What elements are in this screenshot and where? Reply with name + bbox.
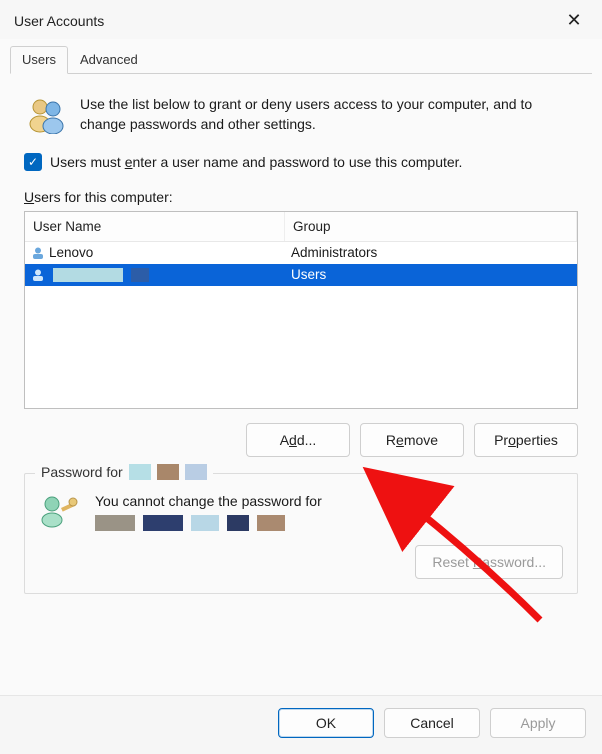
must-enter-checkbox[interactable]: ✓ [24, 153, 42, 171]
listview-header: User Name Group [25, 212, 577, 242]
redacted-username [131, 268, 149, 282]
must-enter-label: Users must enter a user name and passwor… [50, 154, 462, 170]
tab-strip: Users Advanced [10, 45, 592, 74]
ok-button[interactable]: OK [278, 708, 374, 738]
table-row[interactable]: Lenovo Administrators [25, 242, 577, 264]
apply-button: Apply [490, 708, 586, 738]
redacted-line [95, 515, 322, 531]
password-legend: Password for [35, 464, 213, 480]
properties-button[interactable]: Properties [474, 423, 578, 457]
column-group[interactable]: Group [285, 212, 577, 241]
column-user-name[interactable]: User Name [25, 212, 285, 241]
table-row[interactable]: Users [25, 264, 577, 286]
users-listview[interactable]: User Name Group Lenovo Administrators [24, 211, 578, 409]
users-icon [26, 94, 66, 134]
add-button[interactable]: Add... [246, 423, 350, 457]
redacted-swatch [129, 464, 151, 480]
users-list-label: Users for this computer: [24, 189, 578, 205]
user-icon [31, 246, 45, 260]
remove-button[interactable]: Remove [360, 423, 464, 457]
intro-text: Use the list below to grant or deny user… [80, 94, 576, 135]
group-cell: Users [285, 265, 577, 284]
group-cell: Administrators [285, 243, 577, 262]
close-icon[interactable]: ✕ [560, 10, 588, 31]
reset-password-button: Reset Password... [415, 545, 563, 579]
cancel-button[interactable]: Cancel [384, 708, 480, 738]
cannot-change-text: You cannot change the password for [95, 492, 322, 512]
user-name-cell: Lenovo [49, 245, 93, 260]
redacted-swatch [157, 464, 179, 480]
redacted-username [53, 268, 123, 282]
user-icon [31, 268, 45, 282]
window-title: User Accounts [14, 13, 104, 29]
tab-advanced[interactable]: Advanced [68, 46, 150, 74]
key-icon [39, 492, 79, 528]
redacted-swatch [185, 464, 207, 480]
password-groupbox: Password for You cannot change the passw… [24, 473, 578, 595]
tab-users[interactable]: Users [10, 46, 68, 74]
